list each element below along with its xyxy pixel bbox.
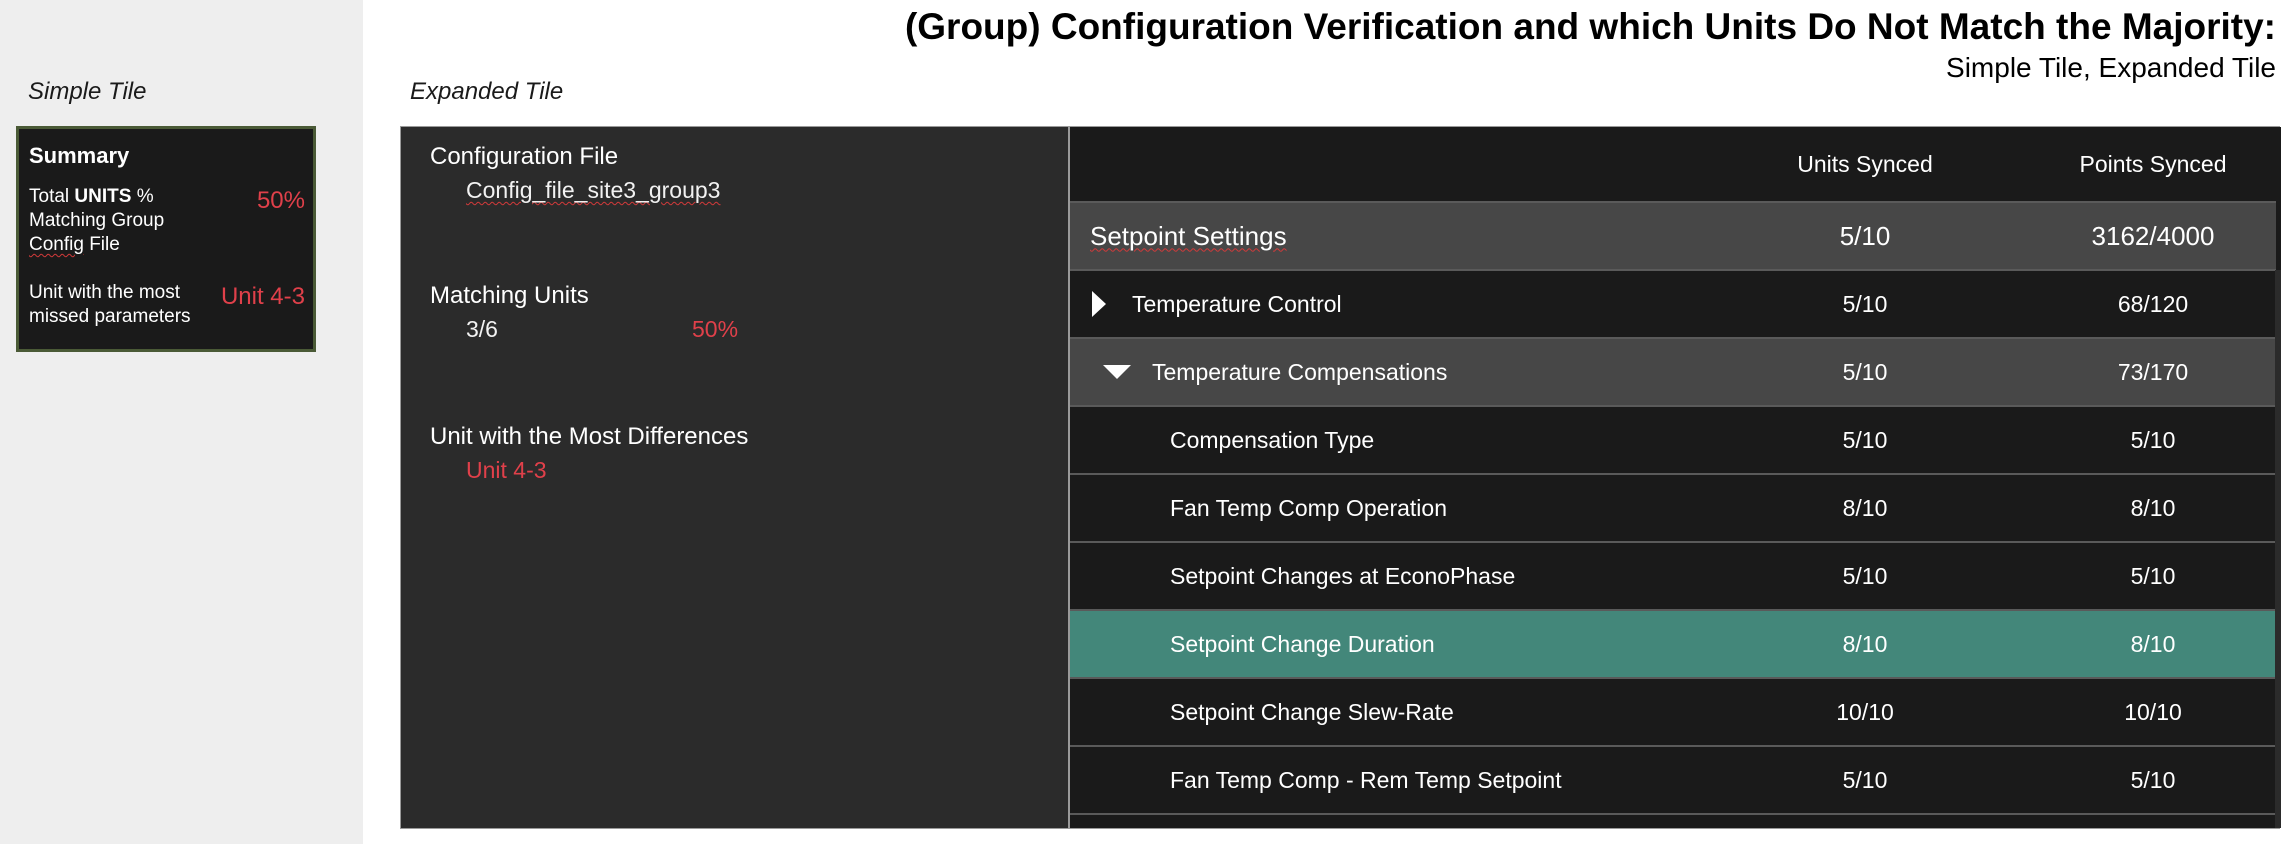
row-points: 8/10 [2130, 494, 2176, 521]
most-missed-value: Unit 4-3 [220, 283, 305, 310]
table-row-temperature-control[interactable]: Temperature Control 5/10 68/120 [1070, 271, 2276, 339]
row-name: Setpoint Change Duration [1170, 630, 1435, 657]
page-title: (Group) Configuration Verification and w… [904, 6, 2276, 47]
sync-table: Units Synced Points Synced Setpoint Sett… [1068, 127, 2281, 828]
row-name: Setpoint Changes at EconoPhase [1170, 543, 1515, 609]
row-units: 5/10 [1842, 766, 1888, 793]
expand-arrow-icon[interactable] [1092, 291, 1106, 317]
row-points: 5/10 [2130, 426, 2176, 453]
row-units: 8/10 [1842, 494, 1888, 521]
table-row[interactable]: Setpoint Changes at EconoPhase 5/10 5/10 [1070, 543, 2276, 611]
table-row[interactable]: Fan Temp Comp Operation 8/10 8/10 [1070, 475, 2276, 543]
row-points: 73/170 [2117, 358, 2189, 385]
col-units-synced: Units Synced [1797, 150, 1933, 177]
simple-summary-tile[interactable]: Summary Total UNITS % Matching Group Con… [16, 126, 316, 352]
row-name: Compensation Type [1170, 426, 1375, 453]
row-name-text: Setpoint Changes at EconoPhase [1170, 562, 1516, 589]
expanded-tile-caption: Expanded Tile [410, 78, 564, 105]
row-points: 68/120 [2117, 290, 2189, 317]
config-file-label: Configuration File [430, 143, 619, 170]
row-points: 5/10 [2130, 562, 2176, 589]
most-differences-label: Unit with the Most Differences [430, 423, 749, 450]
row-name: Setpoint Change Slew-Rate [1170, 698, 1454, 725]
label-bold-units: UNITS [74, 186, 132, 207]
row-points: 10/10 [2124, 698, 2182, 725]
group-row-setpoint-settings[interactable]: Setpoint Settings 5/10 3162/4000 [1070, 203, 2276, 271]
row-name: Fan Temp Comp Operation [1170, 494, 1447, 521]
row-name: Fan Temp Comp - Rem Temp Setpoint [1170, 766, 1562, 793]
page-subtitle: Simple Tile, Expanded Tile [1946, 52, 2276, 83]
matching-units-label: Matching Units [430, 282, 589, 309]
table-row-selected[interactable]: Setpoint Change Duration 8/10 8/10 [1070, 611, 2276, 679]
group-points: 3162/4000 [2091, 220, 2215, 251]
table-row[interactable]: Setpoint Change Slew-Rate 10/10 10/10 [1070, 679, 2276, 747]
row-units: 10/10 [1836, 698, 1894, 725]
row-name: Temperature Control [1132, 290, 1342, 317]
collapse-arrow-icon[interactable] [1103, 365, 1131, 379]
config-file-block: Configuration File Config_file_site3_gro… [430, 143, 720, 203]
label-config-word: Config [29, 234, 84, 255]
matching-units-percent: 50% [692, 316, 739, 342]
row-points: 8/10 [2130, 630, 2176, 657]
row-units: 8/10 [1842, 630, 1888, 657]
matching-units-value: 3/6 [466, 316, 498, 342]
table-row[interactable]: Compensation Type 5/10 5/10 [1070, 407, 2276, 475]
row-units: 5/10 [1842, 426, 1888, 453]
col-points-synced: Points Synced [2079, 150, 2227, 177]
table-header: Units Synced Points Synced [1070, 127, 2276, 203]
most-differences-block: Unit with the Most Differences Unit 4-3 [430, 423, 749, 483]
units-matching-label: Total UNITS % Matching Group Config File [29, 185, 214, 257]
group-units: 5/10 [1839, 220, 1891, 251]
expanded-tile: Configuration File Config_file_site3_gro… [400, 126, 2281, 829]
row-units: 5/10 [1842, 358, 1888, 385]
label-part: Total [29, 186, 75, 207]
row-units: 5/10 [1842, 290, 1888, 317]
config-file-value[interactable]: Config_file_site3_group3 [466, 177, 720, 204]
most-differences-value[interactable]: Unit 4-3 [466, 457, 547, 484]
row-name: Temperature Compensations [1152, 358, 1448, 385]
table-scrollbar[interactable] [2275, 270, 2281, 828]
simple-tile-caption: Simple Tile [28, 78, 147, 105]
label-part: File [83, 234, 120, 255]
group-name: Setpoint Settings [1090, 220, 1287, 251]
table-row-temperature-compensations[interactable]: Temperature Compensations 5/10 73/170 [1070, 339, 2276, 407]
most-missed-label: Unit with the most missed parameters [29, 282, 191, 327]
table-row[interactable]: Fan Temp Comp - Rem Temp Setpoint 5/10 5… [1070, 747, 2276, 815]
row-units: 5/10 [1842, 562, 1888, 589]
matching-units-block: Matching Units 3/6 50% [430, 282, 830, 342]
units-matching-value: 50% [256, 187, 305, 214]
row-points: 5/10 [2130, 766, 2176, 793]
summary-title: Summary [29, 143, 130, 168]
